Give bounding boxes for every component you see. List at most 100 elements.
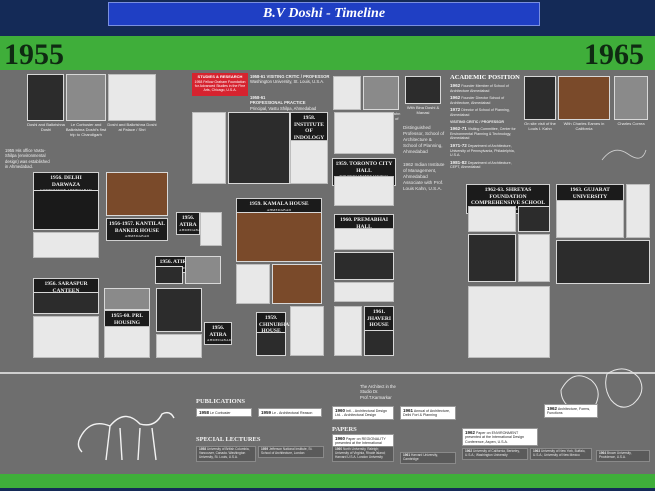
- project-title: 1959. TORONTO CITY HALL: [335, 161, 393, 174]
- project-title: 1963. GUJARAT UNIVERSITY: [570, 187, 610, 200]
- papers-heading: PAPERS: [332, 426, 357, 433]
- visiting-critic-note: 1958-61 VISITING CRITIC / PROFESSOR Wash…: [250, 74, 330, 85]
- publication-item: 1962 Architecture, Forms, Functions: [544, 404, 598, 418]
- project-drawing-premabhai: [334, 228, 394, 250]
- lecture-item: 1962 University of California, Berkeley,…: [462, 448, 528, 460]
- project-drawing-delhi-darwaza: [33, 232, 99, 258]
- academic-heading: ACADEMIC POSITION: [450, 74, 520, 81]
- lecture-text: University of New York, Buffalo, U.S.A.;…: [533, 449, 586, 457]
- project-image-atira-housing: [155, 266, 183, 284]
- title-bar: B.V Doshi - Timeline: [108, 2, 540, 26]
- distinguished-note: Distinguished Professor, School of Archi…: [403, 125, 445, 154]
- project-title: 1958. INSTITUTE OF INDOLOGY: [293, 115, 325, 141]
- academic-year: 1971-72: [450, 142, 467, 148]
- project-label: 1956. ATIRA AHMEDABAD: [176, 212, 204, 236]
- project-image-kantilal-banker: [106, 172, 168, 216]
- project-title: 1955-60. PRL HOUSING: [110, 313, 144, 326]
- professional-place: Principal, Vastu Shilpa, Ahmedabad: [250, 105, 317, 111]
- academic-row: 1962 Founder Member of School of Archite…: [450, 83, 522, 93]
- project-image-shreyas-2: [468, 234, 516, 282]
- project-image-atira-housing-2: [185, 256, 221, 284]
- project-drawing-kamala: [236, 264, 270, 304]
- photo-itihas: [405, 76, 441, 104]
- project-label: 1956. ATIRA AHMEDABAD: [204, 322, 232, 346]
- lecture-item: 1961 Harvard University, Cambridge: [400, 452, 456, 464]
- publication-item: 1961 Annual of Architecture, Delhi Fort …: [400, 406, 456, 420]
- project-drawing-toronto: [334, 112, 394, 154]
- photo-eames: [558, 76, 610, 120]
- project-subtitle: AHMEDABAD: [207, 338, 232, 343]
- project-image-jhaveri: [364, 330, 394, 356]
- academic-row: 1962 Founder Director School of Architec…: [450, 95, 522, 105]
- photo-correa: [614, 76, 648, 120]
- photo-caption: Charles Correa: [617, 121, 645, 126]
- project-image-kamala-house: [236, 212, 322, 262]
- project-image-indology: [228, 112, 290, 184]
- studies-research-box: STUDIES & RESEARCH 1958 Fellow Graham Fo…: [192, 73, 248, 96]
- academic-year: 1972: [450, 107, 461, 113]
- project-image-prl-housing: [104, 288, 150, 310]
- academic-year: 1962-71: [450, 126, 467, 132]
- project-title: 1956. DELHI DARWAZA: [50, 175, 82, 188]
- publication-item: 1960 Intl. - Architectural Design Ltd. -…: [332, 406, 394, 420]
- lecture-item: 1963 University of New York, Buffalo, U.…: [530, 448, 592, 460]
- project-image-gujarat-univ: [556, 240, 650, 284]
- photo-caption: With Bina Doshi & Manasi: [406, 105, 440, 115]
- project-drawing-indology: [192, 112, 226, 184]
- project-title: 1956. ATIRA: [179, 215, 197, 228]
- photo-doshi-portrait: [27, 74, 64, 121]
- studies-text: 1958 Fellow Graham Foundation for Advanc…: [194, 79, 246, 93]
- lecture-item: 1959 Jefferson National Institute, St. S…: [258, 446, 324, 458]
- academic-row: 1972 Director of School of Planning, Ahm…: [450, 107, 522, 117]
- project-drawing-premabhai-2: [334, 282, 394, 302]
- project-drawing-shreyas-2: [518, 234, 550, 282]
- academic-year: 1981-82: [450, 159, 467, 165]
- paper-year: 1962: [465, 430, 476, 435]
- year-band: [0, 36, 655, 70]
- project-drawing-prl-housing: [104, 326, 150, 358]
- publication-year: 1959: [261, 410, 272, 415]
- academic-position: ACADEMIC POSITION 1962 Founder Member of…: [450, 74, 522, 170]
- project-image-premabhai: [334, 252, 394, 280]
- lecture-text: Jefferson National Institute, St. School…: [261, 447, 313, 455]
- publication-year: 1961: [403, 408, 414, 413]
- photo-kahn-meeting: [333, 76, 361, 110]
- academic-year: 1962: [450, 95, 461, 101]
- project-image-shreyas: [518, 206, 550, 232]
- project-drawing-gujarat-univ-2: [626, 184, 650, 238]
- project-drawing-indology-2: [290, 140, 328, 184]
- publication-text: Le - Architectural Reason: [272, 411, 313, 415]
- lecture-text: University of British Columbia, Vancouve…: [199, 447, 250, 459]
- start-year: 1955: [4, 38, 64, 71]
- lectures-heading: SPECIAL LECTURES: [196, 436, 261, 443]
- end-year: 1965: [584, 38, 644, 71]
- publication-text: Le Corbusier: [210, 411, 231, 415]
- project-subtitle: AHMEDABAD: [179, 228, 204, 233]
- photo-louis-kahn: [363, 76, 399, 110]
- professional-label: PROFESSIONAL PRACTICE: [250, 100, 306, 106]
- project-subtitle: AHMEDABAD: [124, 234, 150, 239]
- photo-caption: Doshi and Balkrishna Doshi: [27, 122, 65, 132]
- photo-caption: With Charles Eames in California: [563, 121, 605, 131]
- publication-year: 1962: [547, 406, 558, 411]
- professional-practice-note: 1958-61 PROFESSIONAL PRACTICE Principal,…: [250, 95, 330, 111]
- lecture-item: 1960 North University, Raleigh; Universi…: [332, 446, 394, 462]
- lecture-item: 1958 University of British Columbia, Van…: [196, 446, 256, 462]
- lecture-text: University of California, Berkeley, U.S.…: [465, 449, 520, 457]
- academic-row: 1971-72 Department of Architecture, Univ…: [450, 143, 522, 158]
- publication-item: 1958 Le Corbusier: [196, 408, 252, 418]
- project-image-saraspur: [33, 292, 99, 314]
- project-plan-shreyas: [468, 286, 550, 358]
- project-title: 1956. ATIRA: [209, 325, 227, 338]
- project-drawing-saraspur: [33, 316, 99, 358]
- camel-sketch-icon: [77, 411, 175, 461]
- photo-caption: On site visit of the Louis I. Kahn: [524, 121, 556, 131]
- photo-caption: Le Corbusier and Balkrishna Doshi's firs…: [65, 122, 107, 137]
- publications-heading: PUBLICATIONS: [196, 398, 246, 405]
- curve-sketch-icon: [601, 149, 647, 161]
- project-drawing-shreyas: [468, 206, 516, 232]
- photo-palace: [108, 74, 156, 121]
- academic-row: 1981-82 Department of Architecture, CEPT…: [450, 160, 522, 170]
- visiting-critic-year: 1958-61: [250, 74, 266, 79]
- iim-note: 1962 Indian Institute of Management, Ahm…: [403, 162, 445, 191]
